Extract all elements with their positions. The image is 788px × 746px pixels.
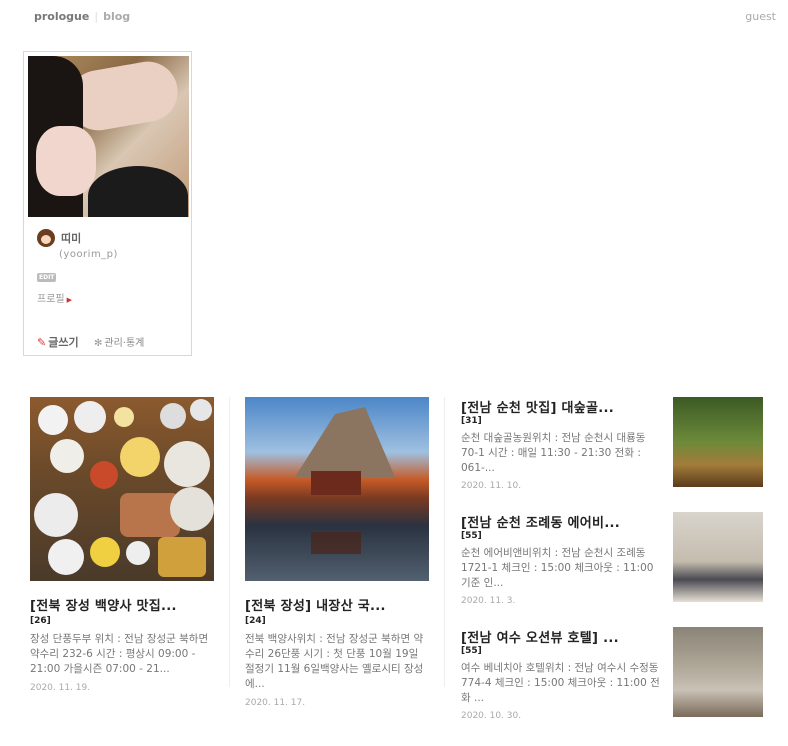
post-date: 2020. 11. 10.	[461, 481, 522, 491]
avatar	[37, 229, 55, 247]
comment-count: [26]	[30, 616, 51, 626]
write-label: 글쓰기	[48, 336, 79, 349]
guest-link[interactable]: guest	[745, 10, 776, 23]
side-post[interactable]: [전남 순천 조례동 에어비... [55] 순천 에어비앤비위치 : 전남 순…	[461, 512, 763, 627]
post-excerpt: 순천 대숲골농원위치 : 전남 순천시 대룡동 70-1 시간 : 매일 11:…	[461, 432, 646, 474]
post-date: 2020. 11. 19.	[30, 683, 91, 693]
manage-button[interactable]: ✻ 관리·통계	[94, 334, 144, 349]
post-thumbnail[interactable]	[245, 397, 429, 581]
side-post[interactable]: [전남 여수 오션뷰 호텔] ... [55] 여수 베네치아 호텔위치 : 전…	[461, 627, 763, 742]
comment-count: [55]	[461, 531, 482, 541]
nickname[interactable]: 띠미	[61, 230, 81, 246]
profile-link[interactable]: 프로필 ▶	[37, 290, 72, 305]
arrow-right-icon: ▶	[66, 296, 72, 304]
edit-badge[interactable]: EDIT	[37, 273, 57, 282]
post-title[interactable]: [전남 순천 맛집] 대숲골...	[461, 397, 663, 416]
post-card[interactable]: [전북 장성 백양사 맛집... [26] 장성 단풍두부 위치 : 전남 장성…	[30, 397, 214, 693]
comment-count: [55]	[461, 646, 482, 656]
post-date: 2020. 11. 3.	[461, 596, 516, 606]
post-thumbnail[interactable]	[30, 397, 214, 581]
post-thumbnail[interactable]	[673, 512, 763, 602]
post-title[interactable]: [전북 장성] 내장산 국...	[245, 595, 429, 614]
profile-card: 띠미 (yoorim_p) EDIT 프로필 ▶ ✎ 글쓰기 ✻ 관리·통계	[23, 51, 192, 356]
comment-count: [31]	[461, 416, 482, 426]
post-excerpt: 전북 백양사위치 : 전남 장성군 북하면 약수리 26단풍 시기 : 첫 단풍…	[245, 633, 424, 690]
post-date: 2020. 11. 17.	[245, 698, 306, 708]
gear-icon: ✻	[94, 338, 103, 349]
post-thumbnail[interactable]	[673, 627, 763, 717]
post-title[interactable]: [전남 여수 오션뷰 호텔] ...	[461, 627, 663, 646]
pencil-icon: ✎	[37, 336, 47, 349]
profile-link-label: 프로필	[37, 294, 65, 305]
post-excerpt: 여수 베네치아 호텔위치 : 전남 여수시 수정동 774-4 체크인 : 15…	[461, 662, 660, 704]
top-nav: prologue | blog	[34, 10, 130, 23]
post-title[interactable]: [전북 장성 백양사 맛집...	[30, 595, 214, 614]
manage-label: 관리·통계	[104, 338, 145, 349]
post-thumbnail[interactable]	[673, 397, 763, 487]
user-id: (yoorim_p)	[59, 249, 118, 260]
comment-count: [24]	[245, 616, 266, 626]
post-date: 2020. 10. 30.	[461, 711, 522, 721]
post-excerpt: 장성 단풍두부 위치 : 전남 장성군 북하면 약수리 232-6 시간 : 평…	[30, 633, 209, 675]
divider	[229, 397, 230, 687]
nav-separator: |	[94, 10, 99, 23]
blog-link[interactable]: blog	[103, 10, 130, 23]
post-card[interactable]: [전북 장성] 내장산 국... [24] 전북 백양사위치 : 전남 장성군 …	[245, 397, 429, 708]
write-button[interactable]: ✎ 글쓰기	[37, 334, 79, 350]
post-title[interactable]: [전남 순천 조례동 에어비...	[461, 512, 663, 531]
prologue-link[interactable]: prologue	[34, 10, 89, 23]
divider	[444, 397, 445, 687]
side-post[interactable]: [전남 순천 맛집] 대숲골... [31] 순천 대숲골농원위치 : 전남 순…	[461, 397, 763, 512]
post-excerpt: 순천 에어비앤비위치 : 전남 순천시 조례동 1721-1 체크인 : 15:…	[461, 547, 654, 589]
profile-photo[interactable]	[28, 56, 189, 217]
